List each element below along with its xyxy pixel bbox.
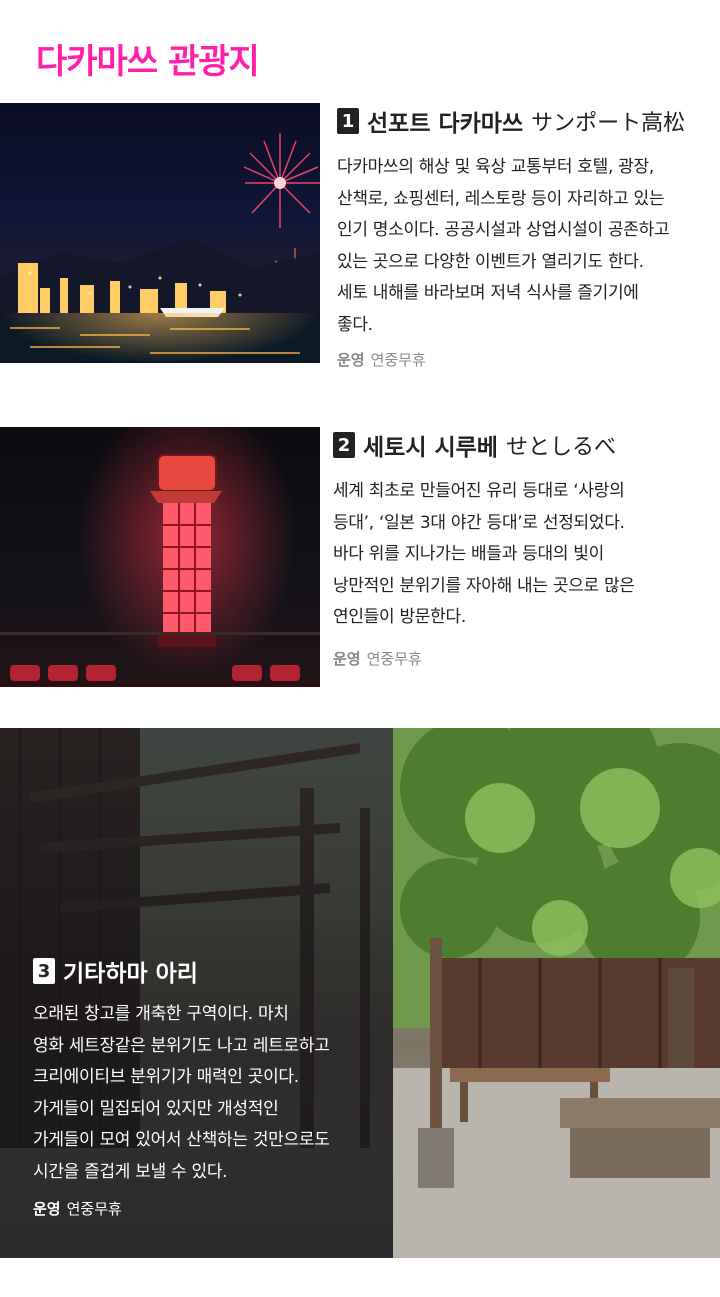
section-1-title-jp: サンポート高松 <box>531 111 686 136</box>
section-3-title: 3 기타하마 아리 <box>33 954 198 988</box>
sunport-takamatsu-photo <box>0 103 320 363</box>
section-1-desc-line: 산책로, 쇼핑센터, 레스토랑 등이 자리하고 있는 <box>337 188 665 209</box>
section-1-description: 다카마쓰의 해상 및 육상 교통부터 호텔, 광장, 산책로, 쇼핑센터, 레스… <box>337 152 670 341</box>
section-2-desc-line: 낭만적인 분위기를 자아해 내는 곳으로 많은 <box>333 575 635 596</box>
section-1-title: 1 선포트 다카마쓰 サンポート高松 <box>337 104 685 138</box>
operation-value: 연중무휴 <box>366 650 422 668</box>
section-1-operation: 운영 연중무휴 <box>337 349 426 370</box>
section-3-desc-line: 가게들이 모여 있어서 산책하는 것만으로도 <box>33 1130 330 1150</box>
section-2-number-badge: 2 <box>333 432 355 458</box>
section-2-title: 2 세토시 시루베 せとしるべ <box>333 428 616 462</box>
section-1-desc-line: 다카마쓰의 해상 및 육상 교통부터 호텔, 광장, <box>337 157 654 177</box>
section-2-desc-line: 바다 위를 지나가는 배들과 등대의 빛이 <box>333 544 604 564</box>
section-3-operation: 운영 연중무휴 <box>33 1198 122 1219</box>
section-3-title-ko: 기타하마 아리 <box>63 961 198 987</box>
page-title: 다카마쓰 관광지 <box>36 42 260 82</box>
operation-value: 연중무휴 <box>66 1200 122 1218</box>
section-3-desc-line: 가게들이 밀집되어 있지만 개성적인 <box>33 1098 279 1119</box>
section-2-desc-line: 등대’, ‘일본 3대 야간 등대’로 선정되었다. <box>333 512 625 533</box>
section-2-title-ko: 세토시 시루베 <box>363 435 498 461</box>
section-2-operation: 운영 연중무휴 <box>333 648 422 669</box>
section-3-desc-line: 시간을 즐겁게 보낼 수 있다. <box>33 1161 228 1182</box>
section-1-desc-line: 세토 내해를 바라보며 저녁 식사를 즐기기에 <box>337 283 639 303</box>
operation-label: 운영 <box>333 650 361 668</box>
operation-value: 연중무휴 <box>370 351 426 369</box>
section-1-desc-line: 좋다. <box>337 314 373 335</box>
section-3-desc-line: 영화 세트장같은 분위기도 나고 레트로하고 <box>33 1035 330 1056</box>
section-3-number-badge: 3 <box>33 958 55 984</box>
operation-label: 운영 <box>33 1200 61 1218</box>
section-2-desc-line: 세계 최초로 만들어진 유리 등대로 ‘사랑의 <box>333 481 625 501</box>
section-1-title-ko: 선포트 다카마쓰 <box>367 111 524 137</box>
setoshirube-lighthouse-photo <box>0 427 320 687</box>
operation-label: 운영 <box>337 351 365 369</box>
section-1-desc-line: 있는 곳으로 다양한 이벤트가 열리기도 한다. <box>337 251 644 272</box>
section-3-desc-line: 크리에이티브 분위기가 매력인 곳이다. <box>33 1067 299 1087</box>
section-1-desc-line: 인기 명소이다. 공공시설과 상업시설이 공존하고 <box>337 220 670 240</box>
section-3-desc-line: 오래된 창고를 개축한 구역이다. 마치 <box>33 1004 289 1024</box>
section-2-title-jp: せとしるべ <box>505 435 616 460</box>
section-3-description: 오래된 창고를 개축한 구역이다. 마치 영화 세트장같은 분위기도 나고 레트… <box>33 999 330 1188</box>
section-2-description: 세계 최초로 만들어진 유리 등대로 ‘사랑의 등대’, ‘일본 3대 야간 등… <box>333 476 635 634</box>
section-2-desc-line: 연인들이 방문한다. <box>333 607 466 627</box>
section-1-number-badge: 1 <box>337 108 359 134</box>
